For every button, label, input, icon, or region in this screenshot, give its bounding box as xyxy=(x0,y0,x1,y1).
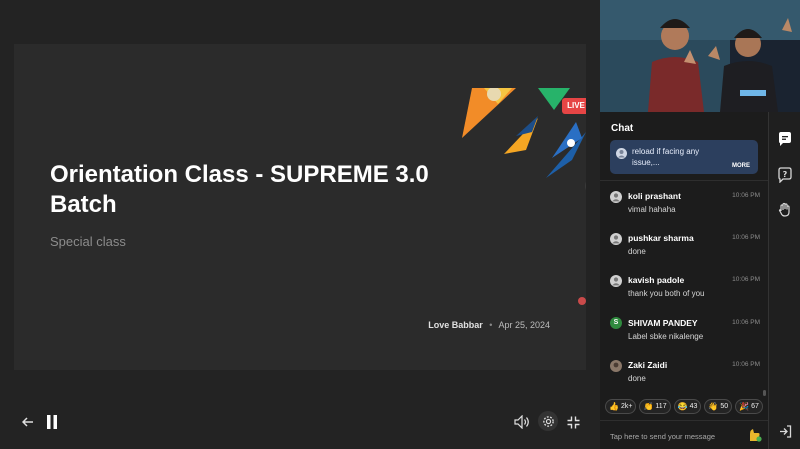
author-name: Love Babbar xyxy=(428,320,483,330)
user-icon xyxy=(610,274,622,292)
message-time: 10:06 PM xyxy=(732,361,760,368)
message-time: 10:06 PM xyxy=(732,192,760,199)
party-icon: 🎉 xyxy=(739,401,750,411)
chat-message: S SHIVAM PANDEY 10:06 PM Label sbke nika… xyxy=(610,317,760,349)
reaction-laugh[interactable]: 😂 43 xyxy=(673,399,702,414)
reaction-count: 43 xyxy=(689,403,698,410)
video-stage[interactable]: LIVE Orientation Class - SUPREME 3.0 Bat… xyxy=(0,0,600,449)
question-tab-icon[interactable]: ? xyxy=(775,165,795,185)
message-text: done xyxy=(628,247,646,256)
player-controls xyxy=(0,405,600,439)
photo-avatar xyxy=(610,359,622,377)
message-author: SHIVAM PANDEY xyxy=(628,318,698,328)
user-icon xyxy=(610,190,622,208)
svg-text:?: ? xyxy=(783,170,788,179)
pinned-text: reload if facing any issue,... xyxy=(632,147,700,167)
emoji-reaction-icon[interactable] xyxy=(746,427,762,448)
message-time: 10:06 PM xyxy=(732,276,760,283)
instructor-webcam xyxy=(600,0,800,112)
divider xyxy=(600,180,768,181)
reaction-count: 117 xyxy=(655,403,667,410)
pause-button[interactable] xyxy=(42,412,62,432)
message-author: koli prashant xyxy=(628,191,681,201)
reaction-bar: 👍 2k+ 👏 117 😂 43 👋 50 🎉 67 xyxy=(605,399,765,415)
chat-message: kavish padole 10:06 PM thank you both of… xyxy=(610,274,760,306)
raise-hand-icon[interactable] xyxy=(775,200,795,220)
lecture-slide: LIVE Orientation Class - SUPREME 3.0 Bat… xyxy=(14,44,586,370)
live-badge: LIVE xyxy=(562,98,586,114)
laugh-icon: 😂 xyxy=(677,401,688,411)
reaction-wave[interactable]: 👋 50 xyxy=(704,399,733,414)
slide-meta: Love Babbar • Apr 25, 2024 xyxy=(428,320,550,330)
message-text: Label sbke nikalenge xyxy=(628,332,704,341)
message-text: done xyxy=(628,374,646,383)
chat-panel: Chat reload if facing any issue,... MORE… xyxy=(600,112,768,449)
exit-icon[interactable] xyxy=(775,421,795,441)
volume-icon[interactable] xyxy=(512,412,532,432)
reaction-count: 50 xyxy=(720,403,729,410)
message-time: 10:06 PM xyxy=(732,319,760,326)
message-text: thank you both of you xyxy=(628,289,705,298)
message-input[interactable] xyxy=(610,429,740,443)
live-dot-icon xyxy=(578,297,586,305)
wave-icon: 👋 xyxy=(708,401,719,411)
reaction-count: 67 xyxy=(751,403,759,410)
slide-subtitle: Special class xyxy=(50,234,126,249)
slide-title: Orientation Class - SUPREME 3.0 Batch xyxy=(50,161,429,218)
pinned-more-link[interactable]: MORE xyxy=(732,163,750,169)
message-author: pushkar sharma xyxy=(628,233,694,243)
back-arrow-icon[interactable] xyxy=(18,412,38,432)
side-rail: ? xyxy=(768,112,800,449)
chat-scrollbar[interactable] xyxy=(763,390,766,396)
message-author: kavish padole xyxy=(628,275,685,285)
reaction-party[interactable]: 🎉 67 xyxy=(735,399,763,414)
reaction-count: 2k+ xyxy=(620,403,633,410)
letter-avatar: S xyxy=(610,317,622,329)
reaction-clap[interactable]: 👏 117 xyxy=(639,399,671,414)
chat-message: koli prashant 10:06 PM vimal hahaha xyxy=(610,190,760,222)
chat-tab-icon[interactable] xyxy=(775,129,795,149)
meta-separator: • xyxy=(489,320,493,330)
pinned-message[interactable]: reload if facing any issue,... MORE xyxy=(610,140,758,174)
message-text: vimal hahaha xyxy=(628,205,676,214)
message-author: Zaki Zaidi xyxy=(628,360,668,370)
message-time: 10:06 PM xyxy=(732,234,760,241)
user-icon xyxy=(610,232,622,250)
chat-message: pushkar sharma 10:06 PM done xyxy=(610,232,760,264)
chat-message: Zaki Zaidi 10:06 PM done xyxy=(610,359,760,391)
side-panel: Chat reload if facing any issue,... MORE… xyxy=(600,0,800,449)
thumbs-up-icon: 👍 xyxy=(609,401,619,411)
webcam-feed-image xyxy=(600,0,800,112)
lecture-date: Apr 25, 2024 xyxy=(498,320,550,330)
settings-gear-icon[interactable] xyxy=(538,411,558,431)
message-composer xyxy=(600,420,768,449)
reaction-thumbs-up[interactable]: 👍 2k+ xyxy=(605,399,637,414)
clap-icon: 👏 xyxy=(643,401,654,411)
exit-fullscreen-icon[interactable] xyxy=(563,412,583,432)
user-icon xyxy=(616,146,627,164)
chat-title: Chat xyxy=(611,123,634,134)
